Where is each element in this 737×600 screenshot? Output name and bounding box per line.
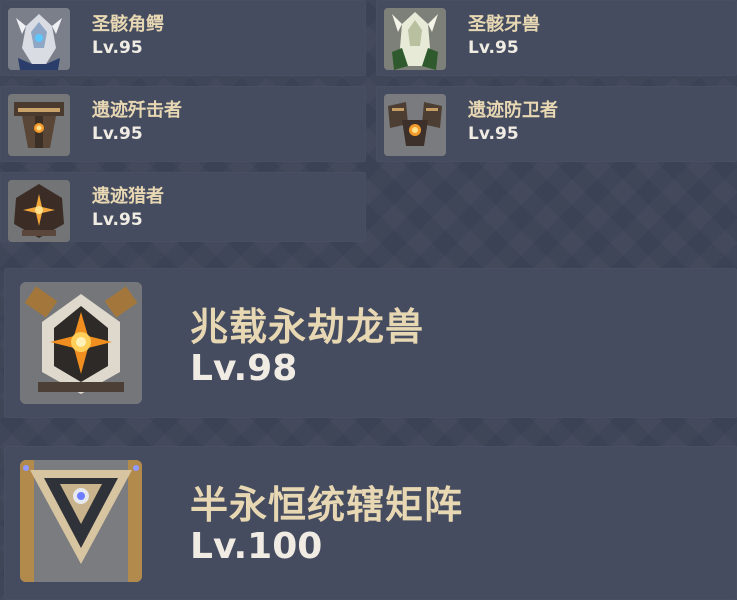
enemy-card[interactable]: 圣骸牙兽 Lv.95 xyxy=(376,0,737,76)
ruin-destroyer-icon xyxy=(8,94,70,156)
sacred-hornback-icon xyxy=(8,8,70,70)
enemy-name: 遗迹猎者 xyxy=(92,186,164,207)
sacred-fangbeast-icon xyxy=(384,8,446,70)
ruin-defender-icon xyxy=(384,94,446,156)
boss-level: Lv.100 xyxy=(190,526,323,567)
boss-card[interactable]: 半永恒统辖矩阵 Lv.100 xyxy=(4,446,737,600)
boss-level: Lv.98 xyxy=(190,348,298,389)
enemy-name: 圣骸牙兽 xyxy=(468,14,540,35)
enemy-card[interactable]: 遗迹歼击者 Lv.95 xyxy=(0,86,366,162)
enemy-level: Lv.95 xyxy=(92,38,143,58)
boss-card[interactable]: 兆载永劫龙兽 Lv.98 xyxy=(4,268,737,418)
enemy-name: 遗迹歼击者 xyxy=(92,100,182,121)
enemy-level: Lv.95 xyxy=(468,124,519,144)
ruin-hunter-icon xyxy=(8,180,70,242)
perpetual-mechanical-array-icon xyxy=(20,460,142,582)
boss-name: 半永恒统辖矩阵 xyxy=(190,483,464,527)
enemy-card[interactable]: 遗迹猎者 Lv.95 xyxy=(0,172,366,242)
enemy-name: 遗迹防卫者 xyxy=(468,100,558,121)
boss-name: 兆载永劫龙兽 xyxy=(190,305,425,349)
enemy-level: Lv.95 xyxy=(92,210,143,230)
enemy-card[interactable]: 圣骸角鳄 Lv.95 xyxy=(0,0,366,76)
enemy-card[interactable]: 遗迹防卫者 Lv.95 xyxy=(376,86,737,162)
enemy-level: Lv.95 xyxy=(92,124,143,144)
enemy-level: Lv.95 xyxy=(468,38,519,58)
enemy-name: 圣骸角鳄 xyxy=(92,14,164,35)
aeonblight-drake-icon xyxy=(20,282,142,404)
